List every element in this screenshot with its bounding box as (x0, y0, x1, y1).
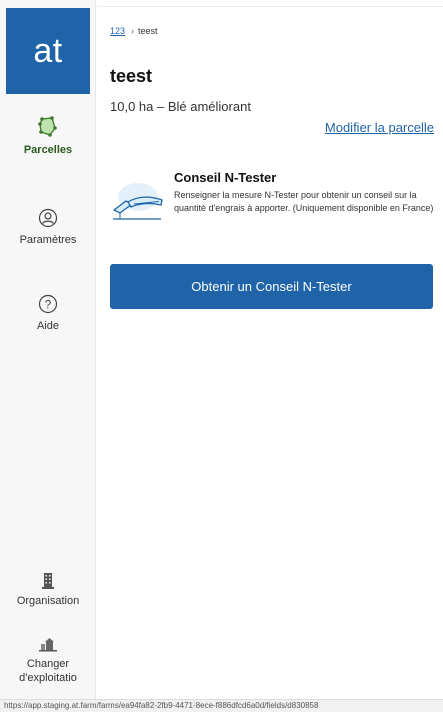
get-ntester-advice-button[interactable]: Obtenir un Conseil N-Tester (110, 264, 433, 309)
field-summary: 10,0 ha – Blé améliorant (110, 99, 251, 114)
ntester-title: Conseil N-Tester (174, 170, 277, 185)
breadcrumb-separator-icon: › (131, 26, 135, 36)
help-icon: ? (38, 294, 58, 314)
sidebar-item-label: Changer d'exploitatio (19, 658, 77, 684)
modify-field-link[interactable]: Modifier la parcelle (325, 120, 434, 135)
building-icon (42, 573, 54, 589)
sidebar-item-label: Aide (36, 320, 60, 332)
status-bar-url: https://app.staging.at.farm/farms/ea94fa… (0, 699, 443, 712)
user-icon (38, 208, 58, 228)
sidebar-item-label: Parcelles (23, 144, 73, 156)
sidebar-item-label: Organisation (16, 595, 80, 607)
ntester-device-icon (112, 183, 163, 220)
breadcrumb-link-root[interactable]: 123 (110, 26, 125, 36)
svg-text:?: ? (45, 298, 52, 312)
page-title: teest (110, 66, 153, 86)
field-icon (38, 116, 57, 137)
breadcrumb-current: teest (138, 26, 158, 36)
farm-icon (39, 638, 57, 652)
sidebar-item-parcelles[interactable]: Parcelles (0, 116, 96, 157)
top-divider (97, 6, 443, 7)
sidebar-item-parametres[interactable]: Paramètres (0, 208, 96, 247)
sidebar-item-changer-exploitation[interactable]: Changer d'exploitatio (0, 636, 96, 685)
sidebar-item-label: Paramètres (19, 234, 77, 246)
sidebar-item-aide[interactable]: ? Aide (0, 294, 96, 333)
logo-text: at (33, 31, 63, 70)
sidebar-item-organisation[interactable]: Organisation (0, 571, 96, 608)
sidebar: at Parcelles Paramètres ? Aide Organisat… (0, 0, 96, 712)
ntester-description: Renseigner la mesure N-Tester pour obten… (174, 190, 434, 213)
breadcrumb: 123 › teest (110, 26, 158, 36)
app-logo[interactable]: at (6, 8, 90, 94)
